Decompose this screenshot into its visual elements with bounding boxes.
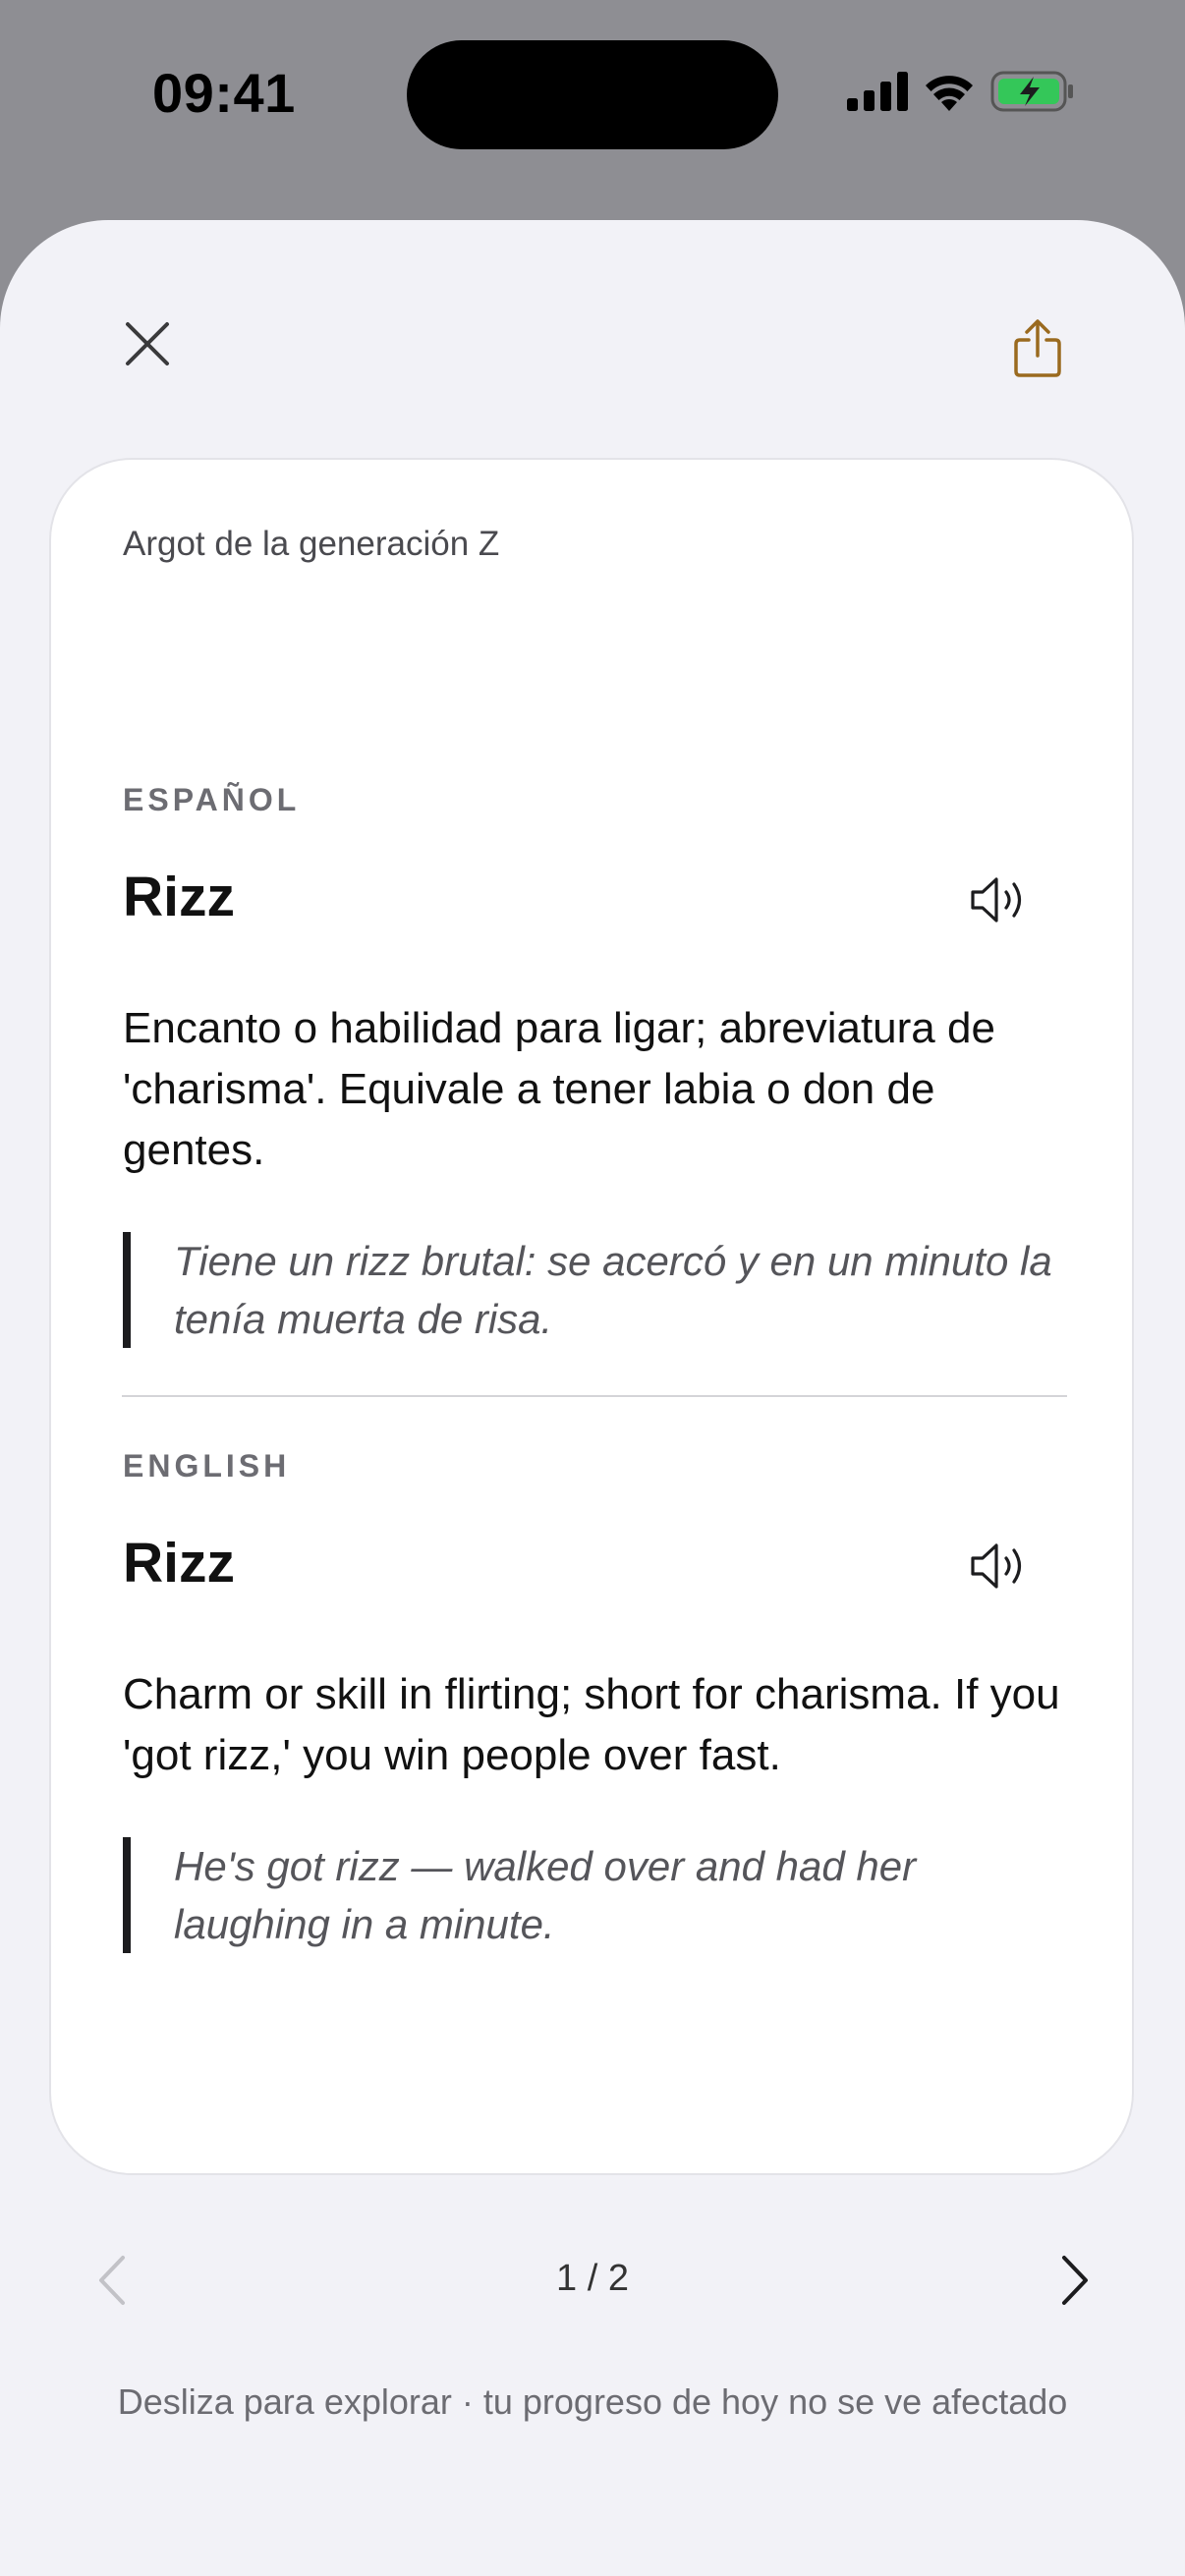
- term-spanish: Rizz: [123, 866, 235, 928]
- page-indicator: 1 / 2: [556, 2258, 629, 2299]
- signal-icon: [847, 72, 908, 116]
- previous-button[interactable]: [85, 2250, 140, 2311]
- speaker-icon: [971, 1543, 1022, 1589]
- speaker-button-spanish[interactable]: [965, 870, 1034, 929]
- language-label-english: ENGLISH: [123, 1448, 291, 1484]
- status-icons: [847, 71, 1075, 117]
- example-spanish: Tiene un rizz brutal: se acercó y en un …: [123, 1232, 1066, 1348]
- term-english: Rizz: [123, 1532, 235, 1595]
- screen: 09:41 Argot de la generación Z ESPAÑOL R…: [0, 0, 1185, 2576]
- share-button[interactable]: [996, 305, 1079, 393]
- chevron-left-icon: [99, 2256, 125, 2305]
- definition-english: Charm or skill in flirting; short for ch…: [123, 1670, 1060, 1779]
- swipe-hint: Desliza para explorar · tu progreso de h…: [117, 2381, 1068, 2422]
- battery-charging-icon: [990, 71, 1075, 117]
- wifi-icon: [924, 72, 975, 116]
- close-button[interactable]: [108, 305, 187, 383]
- next-button[interactable]: [1047, 2250, 1102, 2311]
- card-category: Argot de la generación Z: [123, 525, 500, 563]
- speaker-button-english[interactable]: [965, 1537, 1034, 1596]
- status-time: 09:41: [152, 62, 296, 124]
- language-label-spanish: ESPAÑOL: [123, 782, 301, 817]
- term-card[interactable]: Argot de la generación Z ESPAÑOL Rizz En…: [49, 458, 1134, 2175]
- definition-spanish: Encanto o habilidad para ligar; abreviat…: [123, 1004, 995, 1174]
- share-icon: [1014, 319, 1061, 377]
- section-divider: [122, 1395, 1067, 1397]
- speaker-icon: [971, 877, 1022, 923]
- example-english: He's got rizz — walked over and had her …: [123, 1837, 1066, 1953]
- chevron-right-icon: [1062, 2256, 1088, 2305]
- close-icon: [126, 322, 169, 365]
- dynamic-island: [407, 40, 778, 149]
